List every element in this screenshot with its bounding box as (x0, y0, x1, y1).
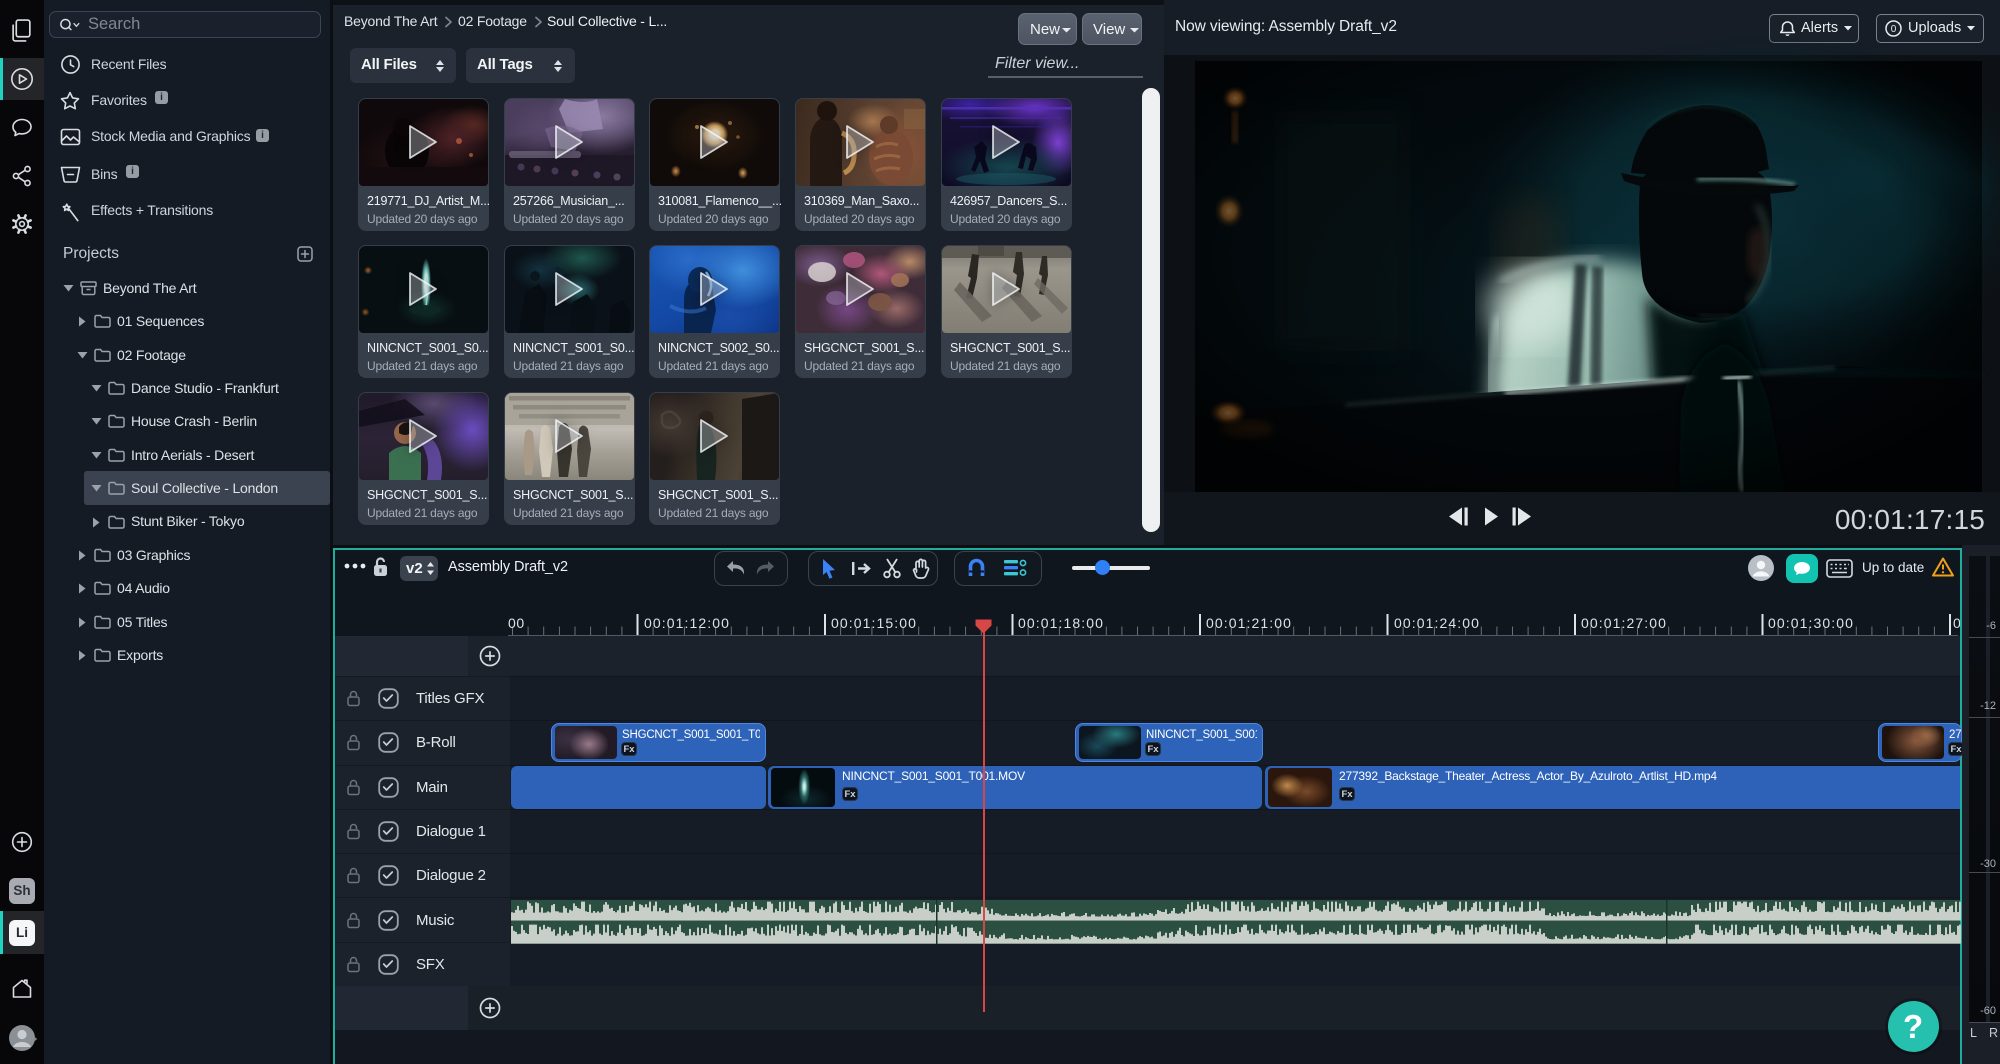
svg-text:0: 0 (1891, 24, 1897, 35)
